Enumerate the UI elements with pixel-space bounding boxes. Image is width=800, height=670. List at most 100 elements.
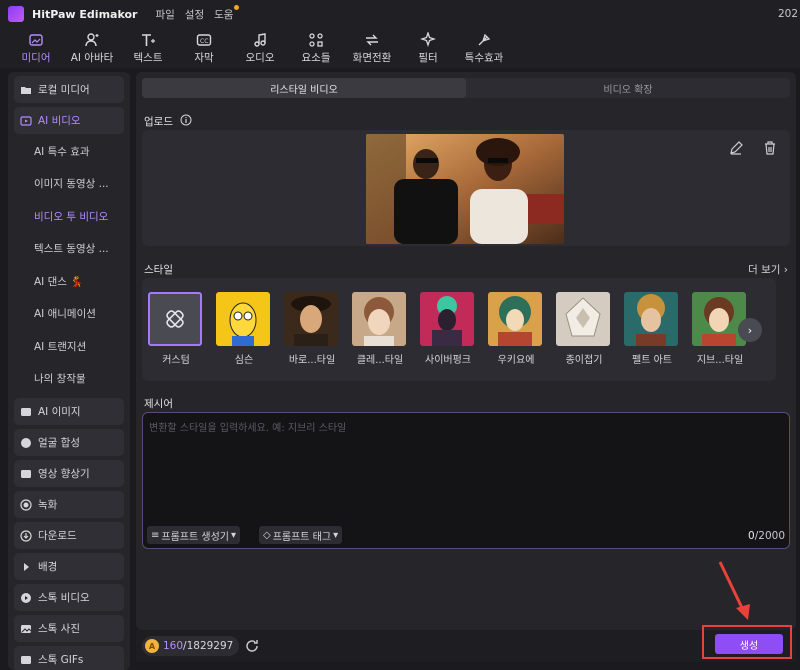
transition-icon [366, 34, 378, 45]
sidebar-sub-my-creations[interactable]: 나의 창작물 [34, 366, 124, 392]
menu-file[interactable]: 파일 [155, 7, 174, 22]
prompt-generator-label: 프롬프트 생성기 [161, 531, 229, 543]
style-name: 종이접기 [565, 355, 603, 366]
style-card-felt[interactable]: 펠트 아트 [624, 292, 680, 370]
sidebar-item-local-media[interactable]: 로컬 미디어 [14, 76, 124, 103]
svg-text:CC: CC [200, 38, 208, 45]
sidebar-item-record[interactable]: 녹화 [14, 491, 124, 518]
upload-area[interactable] [142, 130, 790, 246]
tool-media[interactable]: 미디어 [10, 28, 62, 68]
sidebar-item-background[interactable]: 배경 [14, 553, 124, 580]
title-bar: HitPaw Edimakor 파일 설정 도움 202 [0, 0, 800, 28]
credits-badge: A 160/1829297 [142, 636, 240, 656]
style-card-ukiyoe[interactable]: 우키요에 [488, 292, 544, 370]
tool-effects[interactable]: 특수효과 [458, 28, 510, 68]
sidebar-item-label: 얼굴 합성 [38, 437, 80, 449]
edit-icon[interactable] [728, 140, 744, 156]
counter-max: /2000 [754, 530, 785, 542]
style-card-simpsons[interactable]: 심슨 [216, 292, 272, 370]
style-name: 지브...타일 [696, 355, 744, 366]
uploaded-video-thumbnail [366, 134, 564, 244]
upload-label: 업로드 [144, 116, 173, 128]
text-icon [142, 33, 155, 46]
tool-audio-label: 오디오 [245, 51, 275, 64]
prompt-generator-dropdown[interactable]: ≡ 프롬프트 생성기 ▾ [147, 526, 241, 544]
sidebar-item-label: 배경 [38, 561, 58, 573]
sidebar-item-label: AI 비디오 [38, 115, 81, 127]
tool-caption[interactable]: CC 자막 [178, 28, 230, 68]
prompt-tags-label: 프롬프트 태그 [272, 531, 332, 543]
download-icon [20, 529, 32, 542]
style-next-button[interactable]: › [738, 318, 762, 342]
tool-ai-avatar[interactable]: AI 아바타 [66, 28, 118, 68]
sidebar-sub-text-to-video[interactable]: 텍스트 동영상 ... [34, 236, 124, 262]
tool-elements[interactable]: 요소들 [290, 28, 342, 68]
main-toolbar: 미디어 AI 아바타 텍스트 CC 자막 오디오 요소들 화면전환 필터 특수효… [0, 28, 800, 68]
style-name: 바로...타일 [288, 355, 336, 366]
tab-restyle-video[interactable]: 리스타일 비디오 [142, 78, 466, 98]
sidebar-sub-ai-effects[interactable]: AI 특수 효과 [34, 138, 124, 164]
bottom-bar: A 160/1829297 생성 [136, 625, 796, 662]
refresh-icon[interactable] [244, 638, 260, 654]
style-card-origami[interactable]: 종이접기 [556, 292, 612, 370]
sidebar-item-stock-gifs[interactable]: 스톡 GIFs [14, 646, 124, 670]
sidebar-sub-ai-animation[interactable]: AI 애니메이션 [34, 301, 124, 327]
notification-dot [234, 4, 240, 10]
tab-video-extend[interactable]: 비디오 확장 [466, 78, 790, 98]
sidebar: 로컬 미디어 AI 비디오 AI 특수 효과 이미지 동영상 ... 비디오 투… [8, 72, 130, 670]
sidebar-sub-video-to-video[interactable]: 비디오 투 비디오 [34, 203, 124, 229]
sidebar-sub-ai-transition[interactable]: AI 트랜지션 [34, 333, 124, 359]
style-name: 커스텀 [162, 355, 190, 366]
credits-total: /1829297 [183, 640, 234, 652]
style-card-custom[interactable]: 커스텀 [148, 292, 204, 370]
menu-help-label: 도움 [214, 8, 234, 21]
caret-down-icon: ▾ [333, 529, 339, 541]
tool-text[interactable]: 텍스트 [122, 28, 174, 68]
sidebar-item-enhancer[interactable]: 영상 향상기 [14, 460, 124, 487]
character-counter: 0/2000 [748, 530, 785, 542]
ai-video-icon [20, 115, 32, 126]
menu-help[interactable]: 도움 [214, 4, 240, 22]
filter-icon [420, 31, 436, 47]
gif-icon [21, 655, 31, 664]
style-label: 스타일 [144, 264, 173, 276]
sidebar-sub-ai-dance[interactable]: AI 댄스 💃 [34, 268, 124, 294]
credits-used: 160 [163, 640, 184, 652]
more-link[interactable]: 더 보기 › [748, 262, 788, 277]
music-icon [254, 32, 266, 47]
tool-audio[interactable]: 오디오 [234, 28, 286, 68]
tool-caption-label: 자막 [194, 51, 214, 64]
style-thumb-ghibli [692, 292, 746, 346]
prompt-generator-icon: ≡ [151, 529, 160, 541]
style-name: 클레...타일 [356, 355, 404, 366]
style-card-baroque[interactable]: 바로...타일 [284, 292, 340, 370]
prompt-label: 제시어 [144, 398, 173, 410]
tool-transition[interactable]: 화면전환 [346, 28, 398, 68]
sidebar-item-download[interactable]: 다운로드 [14, 522, 124, 549]
sidebar-item-label: 녹화 [38, 499, 58, 511]
trash-icon[interactable] [762, 140, 778, 156]
prompt-tags-dropdown[interactable]: ◇ 프롬프트 태그 ▾ [259, 526, 343, 544]
menu-settings[interactable]: 설정 [185, 7, 204, 22]
sidebar-item-face-swap[interactable]: 얼굴 합성 [14, 429, 124, 456]
folder-icon [21, 86, 31, 94]
style-card-cyberpunk[interactable]: 사이버펑크 [420, 292, 476, 370]
sidebar-item-ai-image[interactable]: AI 이미지 [14, 398, 124, 425]
style-thumb-clay [352, 292, 406, 346]
tool-ai-avatar-label: AI 아바타 [70, 51, 114, 64]
menu-bar: 파일 설정 도움 [155, 4, 240, 22]
face-icon [21, 437, 31, 448]
mode-tabs: 리스타일 비디오 비디오 확장 [142, 78, 790, 98]
sidebar-item-stock-photo[interactable]: 스톡 사진 [14, 615, 124, 642]
info-icon[interactable] [180, 114, 192, 126]
sidebar-item-label: 스톡 비디오 [38, 592, 90, 604]
style-card-clay[interactable]: 클레...타일 [352, 292, 408, 370]
sidebar-sub-image-to-video[interactable]: 이미지 동영상 ... [34, 171, 124, 197]
generate-button[interactable]: 생성 [715, 634, 783, 654]
sidebar-item-ai-video[interactable]: AI 비디오 [14, 107, 124, 134]
tool-filter[interactable]: 필터 [402, 28, 454, 68]
sidebar-item-stock-video[interactable]: 스톡 비디오 [14, 584, 124, 611]
sidebar-item-label: 스톡 사진 [38, 623, 80, 635]
prompt-input[interactable] [149, 419, 779, 519]
red-arrow-annotation [718, 561, 750, 620]
